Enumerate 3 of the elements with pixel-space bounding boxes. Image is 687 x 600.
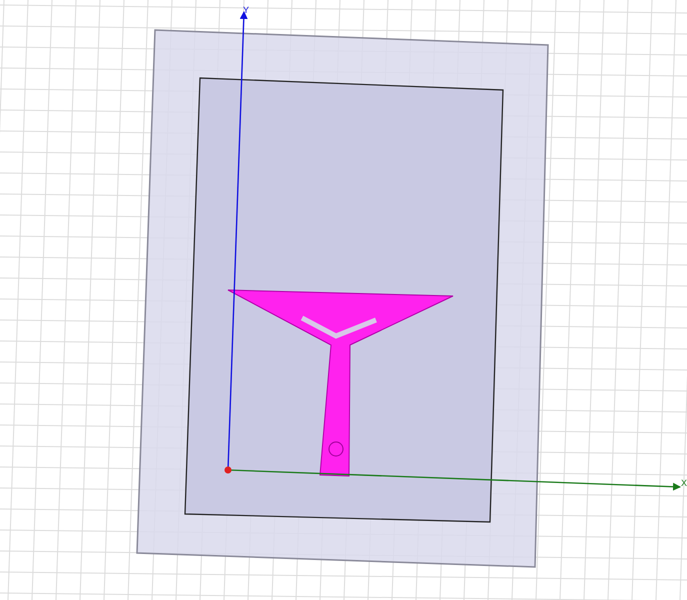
x-axis-label: X xyxy=(681,478,687,488)
origin-marker-icon xyxy=(224,466,232,474)
y-axis-label: Y xyxy=(243,5,250,15)
